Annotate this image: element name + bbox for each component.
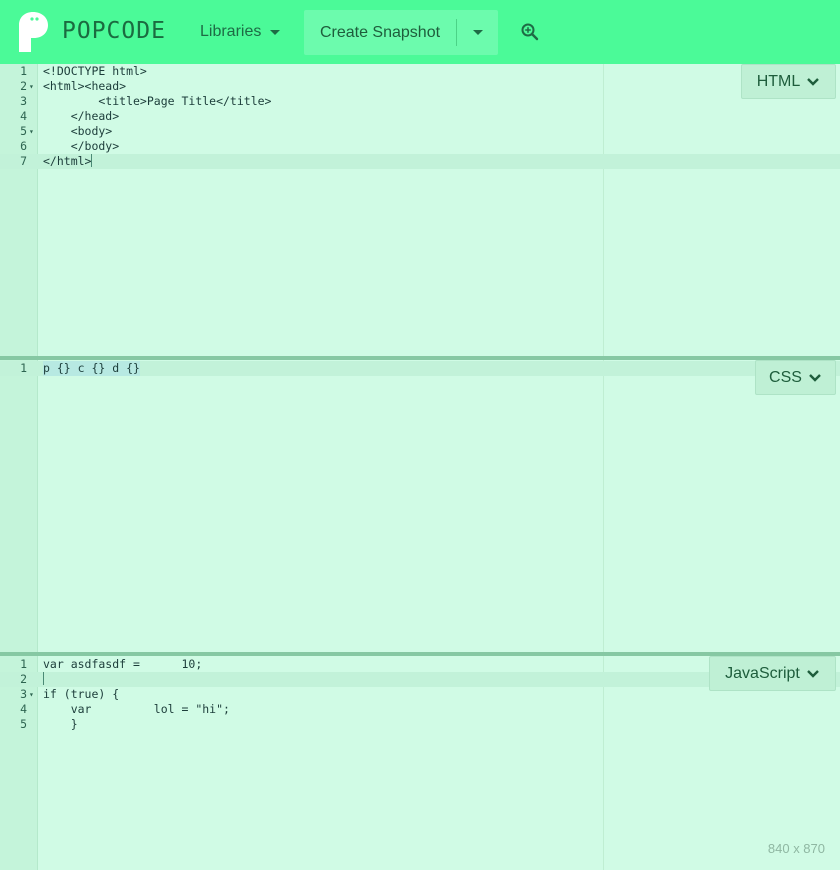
viewport-size-label: 840 x 870 [767,841,825,856]
code-line: 3 <title>Page Title</title> [20,94,272,108]
fold-arrow-icon[interactable]: ▾ [29,79,34,94]
top-bar: POPCODE Libraries Create Snapshot [0,0,840,64]
css-editor[interactable]: 1p {} c {} d {} CSS [0,360,840,652]
language-label: CSS [769,368,802,386]
zoom-in-icon[interactable] [520,22,540,42]
fold-arrow-icon[interactable]: ▾ [29,124,34,139]
code-line: 5 ▾ <body> [20,124,113,139]
text-cursor [43,672,44,685]
code-line: 4 </head> [20,109,120,123]
text-cursor [91,154,93,167]
line-gutter [0,360,38,652]
popcode-logo-icon [19,12,48,52]
app-title: POPCODE [62,18,166,44]
code-line: 1 <!DOCTYPE html> [20,64,147,78]
snapshot-button-group: Create Snapshot [304,10,498,55]
html-language-button[interactable]: HTML [741,64,836,99]
code-line: 6 </body> [20,139,120,153]
chevron-down-icon [806,669,819,678]
javascript-editor[interactable]: 1 var asdfasdf = 10; 2 3 ▾ if (true) { 4 va… [0,656,840,870]
css-language-button[interactable]: CSS [755,360,836,395]
create-snapshot-label: Create Snapshot [319,23,441,41]
chevron-down-icon [809,373,821,382]
print-margin [603,360,604,652]
javascript-language-button[interactable]: JavaScript [709,656,836,691]
code-lines[interactable]: 1p {} c {} d {} [0,361,840,376]
html-editor[interactable]: 1 <!DOCTYPE html> 2 ▾ <html><head> 3 <title… [0,64,840,356]
fold-arrow-icon[interactable]: ▾ [29,687,34,702]
selected-text: p {} c {} d {} [43,361,140,376]
snapshot-dropdown-button[interactable] [457,10,498,55]
language-label: JavaScript [725,664,800,682]
code-line: 2 ▾ <html><head> [20,79,127,94]
language-label: HTML [756,72,801,90]
code-line-active: 1p {} c {} d {} [0,361,840,376]
libraries-menu-button[interactable]: Libraries [190,12,290,52]
caret-down-icon [270,29,281,35]
code-lines[interactable]: 1 <!DOCTYPE html> 2 ▾ <html><head> 3 <title… [0,64,840,169]
libraries-label: Libraries [200,23,262,40]
create-snapshot-button[interactable]: Create Snapshot [304,10,456,55]
code-line: 4 var lol = "hi"; [20,702,230,716]
chevron-down-icon [807,77,820,86]
code-line: 5 } [20,717,78,731]
caret-down-icon [472,30,483,35]
code-line-active: 7 </html> [0,154,840,169]
